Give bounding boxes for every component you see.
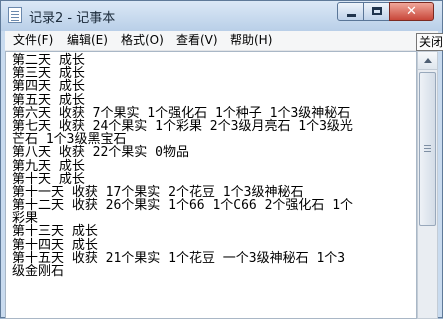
text-line: 第十天 成长 <box>12 171 85 187</box>
text-editor[interactable]: 第二天 成长 第三天 成长 第四天 成长 第五天 成长 第六天 收获 7个果实 … <box>5 51 417 319</box>
minimize-icon <box>347 14 356 17</box>
vertical-scrollbar[interactable] <box>417 51 438 319</box>
maximize-button[interactable] <box>363 2 390 21</box>
menu-edit[interactable]: 编辑(E) <box>67 32 108 49</box>
notepad-app-icon[interactable] <box>8 7 22 23</box>
scrollbar-thumb[interactable] <box>419 72 436 226</box>
title-bar[interactable]: 记录2 - 记事本 ✕ <box>1 1 442 31</box>
close-icon: ✕ <box>406 4 417 19</box>
text-line: 第八天 收获 22个果实 0物品 <box>12 145 189 161</box>
text-line: 第十四天 成长 <box>12 237 98 253</box>
window-title: 记录2 - 记事本 <box>29 11 116 26</box>
text-line: 第十五天 收获 21个果实 1个花豆 一个3级神秘石 1个3 <box>12 250 346 266</box>
text-line: 第四天 成长 <box>12 79 85 95</box>
close-button[interactable]: ✕ <box>389 2 434 21</box>
text-line: 第五天 成长 <box>12 92 85 108</box>
scroll-up-arrow-icon[interactable] <box>418 52 437 70</box>
text-line: 第十三天 成长 <box>12 224 98 240</box>
text-line: 第九天 成长 <box>12 158 85 174</box>
notepad-window: 记录2 - 记事本 ✕ 文件(F) 编辑(E) 格式(O) 查看(V) 帮助(H… <box>0 0 443 319</box>
text-line: 级金刚石 <box>12 264 65 279</box>
menu-format[interactable]: 格式(O) <box>121 32 164 49</box>
grip-icon <box>424 145 431 146</box>
text-line: 第六天 收获 7个果实 1个强化石 1个种子 1个3级神秘石 <box>12 105 351 121</box>
menu-help[interactable]: 帮助(H) <box>230 32 272 49</box>
menu-view[interactable]: 查看(V) <box>176 32 218 49</box>
menu-file[interactable]: 文件(F) <box>13 32 53 49</box>
editor-content: 第二天 成长 第三天 成长 第四天 成长 第五天 成长 第六天 收获 7个果实 … <box>12 54 416 278</box>
close-tooltip: 关闭 <box>416 33 443 51</box>
maximize-icon <box>372 7 382 15</box>
menu-bar: 文件(F) 编辑(E) 格式(O) 查看(V) 帮助(H) <box>5 31 438 51</box>
minimize-button[interactable] <box>337 2 364 21</box>
text-line: 第十二天 收获 26个果实 1个66 1个C66 2个强化石 1个 <box>12 198 354 214</box>
